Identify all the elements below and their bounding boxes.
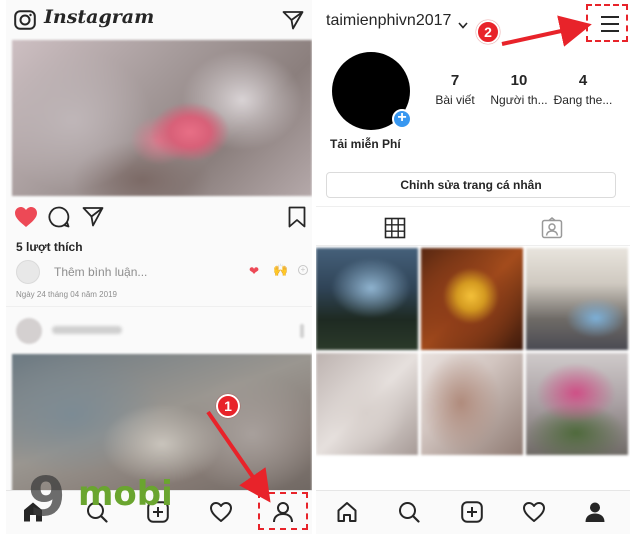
post-photo[interactable] [12,40,312,196]
direct-message-icon[interactable] [282,10,304,35]
camera-icon[interactable] [14,10,36,35]
tab-tagged[interactable] [473,207,630,247]
post-author-name[interactable] [52,326,122,334]
profile-icon[interactable] [584,501,606,523]
grid-photo[interactable] [421,353,523,455]
stat-value: 4 [578,72,588,89]
post-date: Ngày 24 tháng 04 năm 2019 [16,290,117,299]
search-icon[interactable] [398,501,420,523]
grid-photo[interactable] [316,353,418,455]
grid-photo[interactable] [526,353,628,455]
tab-grid[interactable] [316,207,473,247]
more-options-icon[interactable] [300,324,304,338]
home-icon[interactable] [336,501,358,523]
stat-posts[interactable]: 7 Bài viết [420,72,490,107]
add-comment-row: Thêm bình luận... ❤ 🙌 + [16,260,310,284]
divider [6,306,312,307]
instagram-logo: Instagram [44,6,155,28]
share-icon[interactable] [82,206,104,233]
profile-username[interactable]: taimienphivn2017 [326,12,451,30]
grid-icon [384,217,406,239]
watermark-mobi: mobi [78,474,173,514]
profile-screen: taimienphivn2017 + 7 Bài viết 10 Người t… [316,0,630,534]
stat-followers[interactable]: 10 Người th... [484,72,554,107]
feed-screen: Instagram 5 lượt thích Thêm bình luận...… [6,0,312,534]
post-header [16,318,310,344]
tagged-photos-icon [541,217,563,239]
stat-value: 10 [510,72,528,89]
likes-count[interactable]: 5 lượt thích [16,240,83,254]
bookmark-icon[interactable] [288,206,306,233]
profile-header: taimienphivn2017 [316,0,630,40]
chevron-down-icon[interactable] [458,16,468,34]
stat-following[interactable]: 4 Đang the... [548,72,618,107]
post-action-bar [14,206,310,234]
profile-tabs [316,206,630,246]
new-post-icon[interactable] [461,501,483,523]
add-emoji-icon[interactable]: + [298,265,308,275]
comment-icon[interactable] [48,206,70,233]
edit-profile-button[interactable]: Chỉnh sửa trang cá nhân [326,172,616,198]
profile-display-name: Tải miễn Phí [330,137,401,151]
stat-value: 7 [450,72,460,89]
stat-label: Bài viết [435,93,475,107]
heart-emoji-button[interactable]: ❤ [249,264,259,278]
activity-heart-icon[interactable] [522,501,546,523]
activity-heart-icon[interactable] [209,501,233,523]
stat-label: Đang the... [553,93,613,107]
step-2-badge: 2 [476,20,500,44]
avatar [16,260,40,284]
highlight-menu-button [586,4,628,42]
step-1-badge: 1 [216,394,240,418]
grid-photo[interactable] [526,248,628,350]
watermark-nine: 9 [28,465,66,528]
grid-photo[interactable] [316,248,418,350]
bottom-nav [316,490,630,534]
feed-header: Instagram [6,0,312,40]
comment-input[interactable]: Thêm bình luận... [54,265,147,279]
highlight-profile-tab [258,492,308,530]
like-heart-icon[interactable] [14,206,38,233]
grid-photo[interactable] [421,248,523,350]
add-story-plus-icon[interactable]: + [392,109,412,129]
avatar[interactable] [16,318,42,344]
raised-hands-emoji-button[interactable]: 🙌 [273,263,288,277]
stat-label: Người th... [490,93,548,107]
